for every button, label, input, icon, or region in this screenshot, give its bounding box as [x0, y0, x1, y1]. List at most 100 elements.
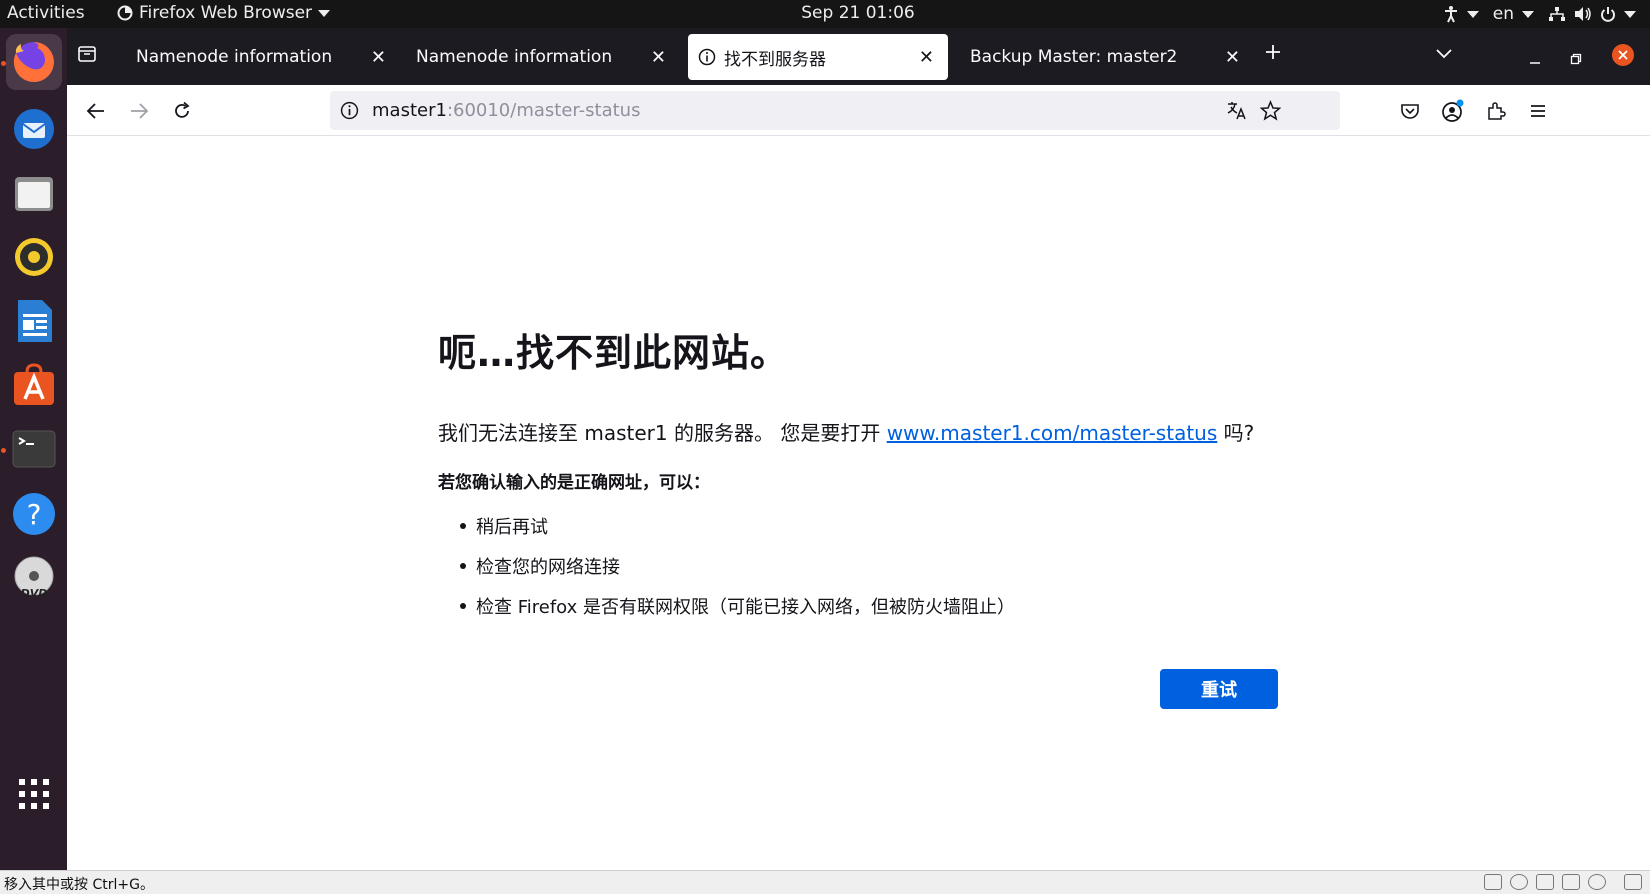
dock-software[interactable] [6, 357, 62, 413]
accessibility-icon [1444, 6, 1457, 23]
terminal-icon [12, 430, 56, 468]
close-icon[interactable]: ✕ [371, 47, 386, 68]
url-bar[interactable]: master1:60010/master-status [330, 91, 1340, 130]
close-window-button[interactable] [1612, 44, 1634, 66]
puzzle-piece-icon [1488, 102, 1506, 120]
volume-icon [1575, 7, 1591, 21]
usb-icon[interactable] [1588, 874, 1606, 890]
tab-strip: Namenode information ✕ Namenode informat… [67, 28, 1650, 85]
keyboard-capture-hint: 移入其中或按 Ctrl+G。 [4, 877, 154, 893]
page-content: 呃…找不到此网站。 我们无法连接至 master1 的服务器。 您是要打开 ww… [67, 136, 1650, 870]
dock-files[interactable] [6, 165, 62, 221]
pocket-button[interactable] [1394, 95, 1426, 127]
dock-thunderbird[interactable] [6, 101, 62, 157]
retry-button[interactable]: 重试 [1160, 669, 1278, 709]
new-tab-button[interactable] [1263, 41, 1283, 67]
language-menu[interactable]: en [1493, 4, 1534, 24]
minimize-button[interactable] [1529, 50, 1541, 69]
system-menu[interactable] [1548, 6, 1636, 22]
maximize-button[interactable] [1570, 50, 1582, 69]
restore-icon [1570, 53, 1582, 65]
reload-icon [175, 101, 190, 118]
dock-writer[interactable] [6, 293, 62, 349]
url-text[interactable]: master1:60010/master-status [372, 100, 640, 121]
network-adapter-icon[interactable] [1536, 874, 1554, 890]
forward-button[interactable] [123, 95, 155, 127]
description-suffix: 吗? [1217, 421, 1255, 445]
list-all-tabs-button[interactable] [1435, 45, 1453, 64]
extensions-button[interactable] [1480, 95, 1512, 127]
navigation-toolbar: master1:60010/master-status [67, 85, 1650, 136]
firefox-icon [13, 42, 54, 82]
accessibility-menu[interactable] [1443, 5, 1479, 23]
check-heading: 若您确认输入的是正确网址，可以： [438, 473, 710, 493]
dock-terminal[interactable] [6, 421, 62, 477]
list-item: 稍后再试 [460, 513, 1238, 539]
svg-text:DVD: DVD [21, 587, 48, 600]
firefox-view-button[interactable] [77, 44, 97, 68]
app-grid-icon [19, 779, 49, 809]
system-tray: en [1443, 2, 1636, 26]
optical-drive-icon[interactable] [1510, 874, 1528, 890]
sound-icon[interactable] [1562, 874, 1580, 890]
tab-server-not-found[interactable]: 找不到服务器 ✕ [688, 34, 948, 80]
minimize-icon [1530, 62, 1540, 64]
message-icon[interactable] [1624, 874, 1642, 890]
hamburger-menu-icon [1531, 105, 1545, 117]
dock-help[interactable]: ? [6, 486, 62, 542]
software-icon [14, 363, 54, 405]
dock-show-apps[interactable] [6, 766, 62, 822]
app-menu-button[interactable] [1522, 95, 1554, 127]
dock-dvd[interactable]: DVD [6, 550, 62, 606]
forward-arrow-icon [131, 103, 149, 119]
pocket-icon [1401, 104, 1419, 119]
chevron-down-icon [1522, 10, 1534, 18]
close-icon[interactable]: ✕ [651, 47, 666, 68]
close-icon [1618, 50, 1628, 60]
tab-namenode-2[interactable]: Namenode information ✕ [416, 34, 666, 80]
info-icon [698, 48, 716, 66]
rhythmbox-icon [15, 238, 53, 276]
vm-status-bar: 移入其中或按 Ctrl+G。 [0, 870, 1650, 894]
close-icon[interactable]: ✕ [919, 47, 934, 68]
dock: ? DVD [0, 28, 67, 870]
dock-rhythmbox[interactable] [6, 229, 62, 285]
hard-disk-icon[interactable] [1484, 874, 1502, 890]
suggested-url-link[interactable]: www.master1.com/master-status [887, 421, 1218, 445]
dvd-icon: DVD [14, 556, 54, 600]
running-indicator [1, 448, 6, 453]
url-host: master1 [372, 100, 447, 121]
chevron-down-icon [1624, 10, 1636, 18]
account-icon [1442, 99, 1464, 122]
writer-icon [18, 300, 52, 342]
power-icon [1601, 7, 1615, 22]
info-icon[interactable] [340, 101, 359, 120]
tab-backup-master[interactable]: Backup Master: master2 ✕ [970, 34, 1240, 80]
gnome-top-bar: Activities Firefox Web Browser Sep 21 01… [0, 0, 1650, 28]
error-title: 呃…找不到此网站。 [438, 331, 790, 375]
list-item: 检查您的网络连接 [460, 553, 1238, 579]
help-icon: ? [13, 493, 55, 535]
reload-button[interactable] [166, 95, 198, 127]
tab-namenode-1[interactable]: Namenode information ✕ [136, 34, 386, 80]
dock-firefox[interactable] [6, 34, 62, 90]
list-item: 检查 Firefox 是否有联网权限（可能已接入网络，但被防火墙阻止） [460, 593, 1238, 619]
chevron-down-icon [1436, 49, 1452, 59]
bookmark-star-icon[interactable] [1260, 100, 1281, 121]
close-icon[interactable]: ✕ [1225, 47, 1240, 68]
files-icon [15, 177, 53, 211]
error-description: 我们无法连接至 master1 的服务器。 您是要打开 www.master1.… [438, 417, 1254, 446]
account-button[interactable] [1437, 95, 1469, 127]
suggestion-list: 稍后再试 检查您的网络连接 检查 Firefox 是否有联网权限（可能已接入网络… [460, 513, 1238, 619]
network-icon [1549, 7, 1565, 21]
svg-text:?: ? [27, 498, 42, 531]
language-label: en [1492, 4, 1514, 24]
thunderbird-icon [14, 109, 54, 149]
firefox-view-icon [78, 46, 96, 62]
error-container: 呃…找不到此网站。 我们无法连接至 master1 的服务器。 您是要打开 ww… [438, 322, 1254, 633]
back-button[interactable] [80, 95, 112, 127]
translate-icon[interactable] [1226, 100, 1248, 121]
tab-title: Namenode information [416, 47, 613, 67]
vm-device-icons [1484, 874, 1642, 890]
clock[interactable]: Sep 21 01:06 [0, 3, 1650, 23]
